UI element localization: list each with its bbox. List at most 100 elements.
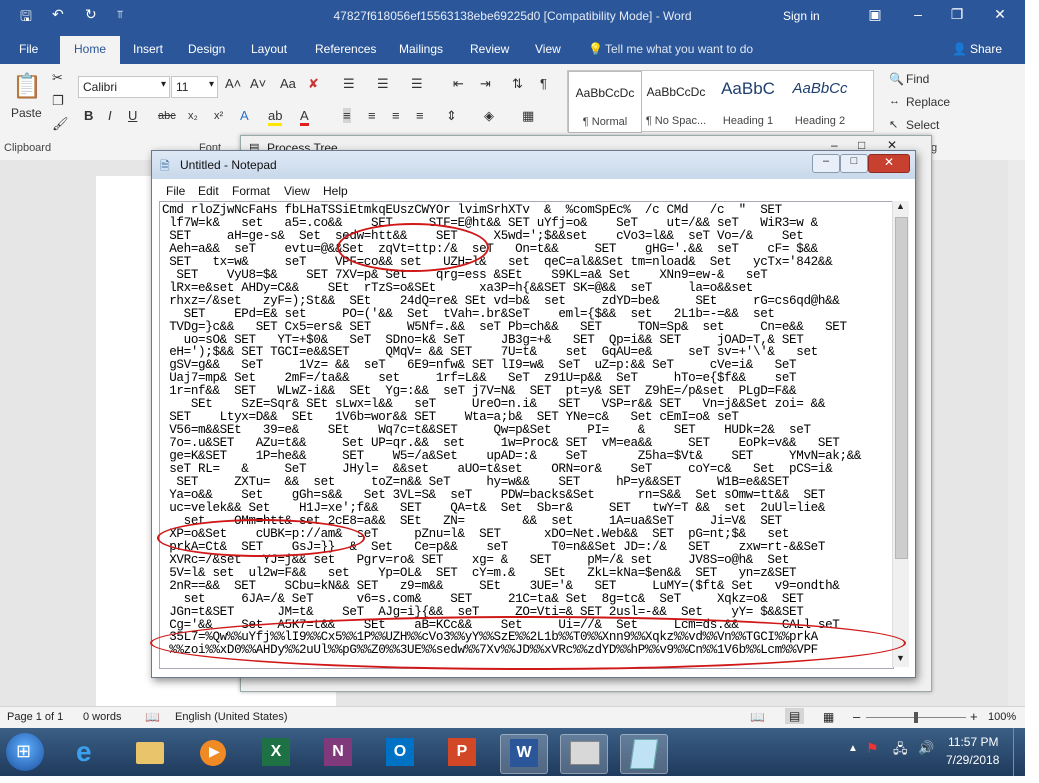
italic-icon[interactable]: I	[108, 108, 112, 123]
document-scrollbar[interactable]	[1008, 160, 1025, 706]
style-no-spacing[interactable]: AaBbCcDc ¶ No Spac...	[640, 71, 712, 131]
replace-icon[interactable]: ↔	[889, 95, 900, 107]
font-size-box[interactable]: 11 ▾	[171, 76, 218, 98]
start-button[interactable]: ⊞	[6, 733, 44, 771]
underline-icon[interactable]: U	[128, 108, 137, 123]
show-hidden-icons-icon[interactable]: ▲	[848, 743, 858, 754]
zoom-out-icon[interactable]: –	[853, 709, 860, 724]
align-right-icon[interactable]: ≡	[392, 108, 400, 123]
select-icon[interactable]: ↖	[889, 118, 898, 131]
copy-icon[interactable]: ❐	[52, 93, 64, 109]
cut-icon[interactable]: ✂	[52, 70, 63, 86]
powerpoint-taskbar-icon[interactable]: P	[438, 734, 484, 772]
ie-taskbar-icon[interactable]: e	[66, 734, 112, 772]
bullets-icon[interactable]: ☰	[343, 76, 355, 92]
media-player-taskbar-icon[interactable]: ▶	[188, 734, 234, 772]
scroll-down-icon[interactable]: ▼	[896, 653, 905, 663]
tab-home[interactable]: Home	[60, 36, 121, 64]
menu-edit[interactable]: Edit	[198, 184, 219, 198]
grow-font-icon[interactable]: A˄	[225, 76, 241, 91]
zoom-thumb[interactable]	[914, 712, 918, 723]
justify-icon[interactable]: ≡	[416, 108, 424, 123]
menu-view[interactable]: View	[284, 184, 310, 198]
replace-button[interactable]: Replace	[906, 95, 950, 109]
multilevel-list-icon[interactable]: ☰	[411, 76, 423, 92]
increase-indent-icon[interactable]: ⇥	[480, 76, 491, 92]
close-icon[interactable]: ✕	[868, 154, 910, 173]
word-taskbar-icon[interactable]: W	[500, 734, 548, 774]
show-hide-icon[interactable]: ¶	[540, 76, 547, 91]
align-left-icon[interactable]: ≡	[343, 108, 351, 123]
scroll-up-icon[interactable]: ▲	[896, 201, 905, 211]
shading-icon[interactable]: ◈	[484, 108, 494, 124]
menu-file[interactable]: File	[166, 184, 185, 198]
superscript-icon[interactable]: x²	[214, 110, 223, 122]
volume-icon[interactable]: 🔊	[918, 740, 934, 756]
change-case-icon[interactable]: Aa	[280, 76, 296, 91]
select-button[interactable]: Select	[906, 118, 939, 132]
subscript-icon[interactable]: x₂	[188, 110, 198, 122]
minimize-icon[interactable]: –	[903, 6, 933, 22]
notepad-taskbar-icon[interactable]	[620, 734, 668, 774]
ribbon-display-options-icon[interactable]: ▣	[860, 6, 890, 23]
format-painter-icon[interactable]: 🖌	[52, 116, 69, 132]
excel-taskbar-icon[interactable]: X	[252, 734, 298, 772]
notepad-text-area[interactable]: Cmd rloZjwNcFaHs fbLHaTSSiEtmkqEUszCWYOr…	[159, 201, 894, 669]
numbering-icon[interactable]: ☰	[377, 76, 389, 92]
highlight-icon[interactable]: ab	[268, 108, 283, 126]
tab-references[interactable]: References	[315, 42, 376, 56]
clock-date[interactable]: 7/29/2018	[946, 753, 999, 767]
font-name-box[interactable]: Calibri ▾	[78, 76, 170, 98]
share-button[interactable]: Share	[970, 42, 1002, 56]
line-spacing-icon[interactable]: ⇕	[446, 108, 457, 124]
network-icon[interactable]: 🖧	[893, 740, 908, 762]
onenote-taskbar-icon[interactable]: N	[314, 734, 360, 772]
text-effects-icon[interactable]: A	[240, 108, 249, 123]
process-tree-taskbar-icon[interactable]	[560, 734, 608, 774]
paste-button[interactable]: Paste	[11, 106, 42, 120]
notepad-scrollbar[interactable]: ▲ ▼	[892, 201, 909, 667]
outlook-taskbar-icon[interactable]: O	[376, 734, 422, 772]
font-color-icon[interactable]: A	[300, 108, 309, 126]
sort-icon[interactable]: ⇅	[512, 76, 523, 92]
read-mode-icon[interactable]: 📖	[750, 710, 765, 724]
decrease-indent-icon[interactable]: ⇤	[453, 76, 464, 92]
bold-icon[interactable]: B	[84, 108, 93, 123]
action-center-icon[interactable]: ⚑	[866, 740, 879, 757]
menu-format[interactable]: Format	[232, 184, 270, 198]
close-icon[interactable]: ✕	[985, 6, 1015, 23]
restore-icon[interactable]: ❐	[942, 6, 972, 23]
find-button[interactable]: Find	[906, 72, 929, 86]
print-layout-icon[interactable]: ▤	[785, 708, 805, 724]
tab-review[interactable]: Review	[470, 42, 509, 56]
tab-layout[interactable]: Layout	[251, 42, 287, 56]
tab-mailings[interactable]: Mailings	[399, 42, 443, 56]
tab-insert[interactable]: Insert	[133, 42, 163, 56]
word-count[interactable]: 0 words	[83, 711, 122, 723]
strikethrough-icon[interactable]: abc	[158, 110, 176, 122]
find-icon[interactable]: 🔍	[889, 72, 904, 86]
menu-help[interactable]: Help	[323, 184, 348, 198]
maximize-icon[interactable]: □	[840, 154, 868, 173]
page-count[interactable]: Page 1 of 1	[7, 711, 63, 723]
clear-formatting-icon[interactable]: ✘	[308, 76, 319, 92]
language[interactable]: English (United States)	[175, 711, 288, 723]
file-explorer-taskbar-icon[interactable]	[126, 734, 172, 772]
zoom-level[interactable]: 100%	[988, 711, 1016, 723]
clock-time[interactable]: 11:57 PM	[948, 735, 998, 749]
tell-me-search[interactable]: Tell me what you want to do	[605, 42, 753, 56]
tab-view[interactable]: View	[535, 42, 561, 56]
share-icon[interactable]: 👤	[952, 42, 967, 56]
align-center-icon[interactable]: ≡	[368, 108, 376, 123]
style-heading-1[interactable]: AaBbC Heading 1	[712, 71, 784, 131]
style-normal[interactable]: AaBbCcDc ¶ Normal	[568, 71, 642, 133]
borders-icon[interactable]: ▦	[522, 108, 534, 124]
scroll-thumb[interactable]	[895, 217, 908, 559]
paste-icon[interactable]: 📋	[12, 72, 42, 101]
tab-file[interactable]: File	[19, 42, 38, 56]
minimize-icon[interactable]: –	[812, 154, 840, 173]
web-layout-icon[interactable]: ▦	[823, 710, 834, 724]
tab-design[interactable]: Design	[188, 42, 225, 56]
proofing-icon[interactable]: 📖	[145, 710, 160, 724]
shrink-font-icon[interactable]: A˅	[250, 76, 266, 91]
